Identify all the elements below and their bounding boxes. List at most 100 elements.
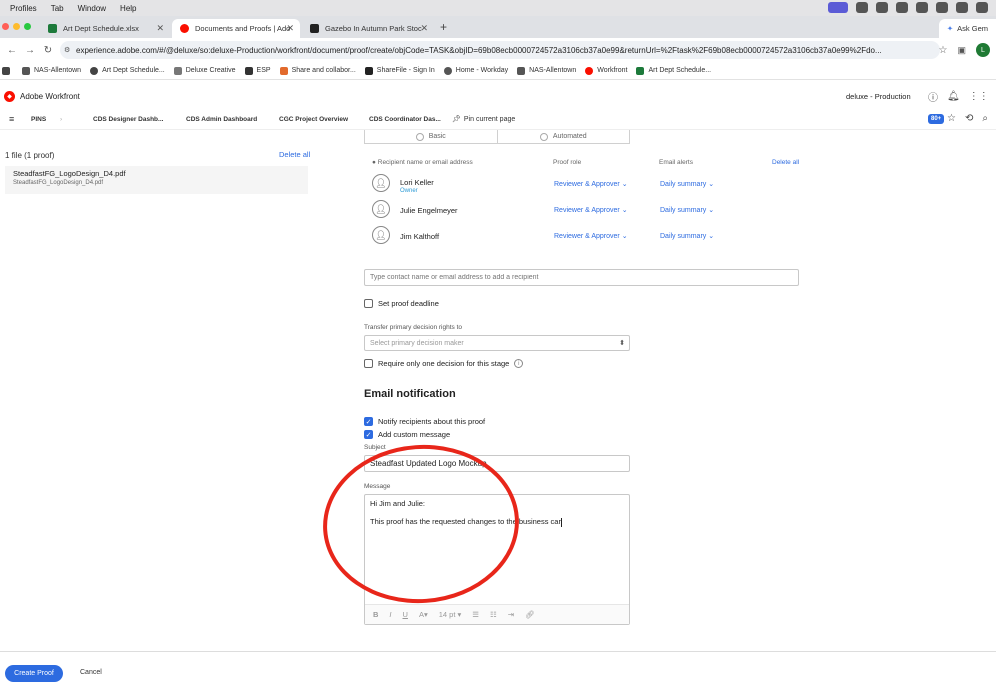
indent-icon[interactable]: ⇥ (508, 610, 514, 619)
set-deadline-checkbox[interactable]: Set proof deadline (364, 299, 439, 308)
menu-profiles[interactable]: Profiles (10, 4, 37, 13)
text-color-icon[interactable]: A▾ (419, 610, 428, 619)
recipient-name: Julie Engelmeyer (400, 206, 458, 215)
add-recipient-field[interactable] (364, 269, 799, 286)
bookmark-item[interactable]: Art Dept Schedule... (636, 66, 711, 75)
menu-help[interactable]: Help (120, 4, 136, 13)
pin-cds-coordinator-dashboard[interactable]: CDS Coordinator Das... (369, 116, 441, 123)
bookmark-item[interactable]: Share and collabor... (279, 66, 356, 75)
zoom-window-button[interactable] (24, 23, 31, 30)
close-tab-icon[interactable]: ✕ (420, 23, 428, 34)
bulleted-list-icon[interactable]: ☰ (472, 610, 479, 619)
proof-role-dropdown[interactable]: Reviewer & Approver ⌄ (554, 180, 628, 188)
pin-cgc-project-overview[interactable]: CGC Project Overview (279, 116, 348, 123)
help-icon[interactable]: ⓘ (928, 89, 938, 104)
close-tab-icon[interactable]: ✕ (156, 23, 164, 34)
email-alert-dropdown[interactable]: Daily summary ⌄ (660, 206, 714, 214)
bookmark-item[interactable]: ESP (244, 66, 271, 75)
pins-actions: ☆ ⟲ ⌕ (947, 113, 988, 124)
tab-documents-and-proofs[interactable]: Documents and Proofs | Ado ✕ (172, 19, 300, 38)
pin-cds-designer-dashboard[interactable]: CDS Designer Dashb... (93, 116, 163, 123)
pin-current-page-button[interactable]: 📌︎ Pin current page (452, 115, 515, 123)
file-card[interactable]: SteadfastFG_LogoDesign_D4.pdf SteadfastF… (5, 166, 308, 194)
close-window-button[interactable] (2, 23, 9, 30)
forward-arrow-icon[interactable]: → (24, 45, 36, 56)
underline-icon[interactable]: U (403, 610, 408, 619)
bookmark-star-icon[interactable]: ☆ (939, 45, 948, 56)
notify-recipients-checkbox[interactable]: ✓ Notify recipients about this proof (364, 417, 485, 426)
url-field[interactable]: ⚙ experience.adobe.com/#/@deluxe/so:delu… (60, 41, 940, 59)
cancel-button[interactable]: Cancel (80, 669, 102, 676)
workflow-automated-option[interactable]: Automated (496, 130, 630, 143)
custom-message-checkbox[interactable]: ✓ Add custom message (364, 430, 450, 439)
info-icon[interactable]: i (514, 359, 524, 368)
shield-icon[interactable] (856, 2, 868, 13)
tab-art-dept-schedule[interactable]: Art Dept Schedule.xlsx ✕ (40, 19, 170, 38)
recipient-name: Lori Keller (400, 178, 434, 187)
reload-icon[interactable]: ↻ (42, 45, 54, 56)
email-alert-dropdown[interactable]: Daily summary ⌄ (660, 180, 714, 188)
bookmark-item[interactable] (2, 66, 14, 75)
display-icon[interactable] (976, 2, 988, 13)
pins-count-badge[interactable]: 80+ (928, 114, 945, 124)
bookmark-item[interactable]: Home - Workday (443, 66, 508, 75)
numbered-list-icon[interactable]: ☷ (490, 610, 497, 619)
add-recipient-input[interactable] (370, 274, 798, 281)
user-avatar-icon: 👤︎ (372, 200, 390, 218)
favorite-star-icon[interactable]: ☆ (947, 113, 956, 124)
profile-avatar[interactable]: L (976, 43, 990, 57)
bookmark-item[interactable]: Workfront (585, 66, 627, 75)
proof-role-dropdown[interactable]: Reviewer & Approver ⌄ (554, 232, 628, 240)
decision-maker-select[interactable]: Select primary decision maker ⬍ (364, 335, 630, 351)
tab-gazebo-stock[interactable]: Gazebo In Autumn Park Stoc ✕ (302, 19, 434, 38)
delete-all-files-link[interactable]: Delete all (279, 150, 310, 159)
create-proof-button[interactable]: Create Proof (5, 665, 63, 682)
bookmark-item[interactable]: ShareFile - Sign In (364, 66, 435, 75)
workflow-basic-option[interactable]: Basic (365, 130, 497, 143)
font-size-dropdown[interactable]: 14 pt ▾ (439, 610, 462, 619)
vpn-icon[interactable] (876, 2, 888, 13)
pin-cds-admin-dashboard[interactable]: CDS Admin Dashboard (186, 116, 257, 123)
workfront-logo-icon[interactable]: ◆ (4, 91, 15, 102)
require-one-decision-checkbox[interactable]: Require only one decision for this stage… (364, 359, 524, 368)
app-grid-icon[interactable]: ⋮⋮ (969, 91, 989, 102)
checkmark-icon: ✓ (364, 430, 373, 439)
pins-bar: ≡ PINS › CDS Designer Dashb... CDS Admin… (0, 110, 996, 130)
bookmark-item[interactable]: Deluxe Creative (173, 66, 236, 75)
search-icon[interactable]: ⌕ (982, 113, 988, 124)
link-icon[interactable]: 🔗︎ (525, 610, 535, 619)
history-icon[interactable]: ⟲ (965, 113, 973, 124)
notification-bell-icon[interactable]: 🔔︎ (947, 91, 960, 102)
checkmark-icon: ✓ (364, 417, 373, 426)
proof-role-dropdown[interactable]: Reviewer & Approver ⌄ (554, 206, 628, 214)
gamepad-icon[interactable] (896, 2, 908, 13)
email-alert-dropdown[interactable]: Daily summary ⌄ (660, 232, 714, 240)
cloud-icon[interactable] (916, 2, 928, 13)
menu-tab[interactable]: Tab (51, 4, 64, 13)
browser-tab-strip: Art Dept Schedule.xlsx ✕ Documents and P… (0, 16, 996, 38)
chevron-down-icon: ⌄ (708, 233, 715, 240)
main-menu-icon[interactable]: ≡ (9, 114, 14, 124)
wifi-icon[interactable] (956, 2, 968, 13)
screen-share-icon[interactable] (828, 2, 848, 13)
minimize-window-button[interactable] (13, 23, 20, 30)
bookmark-item[interactable]: NAS-Allentown (517, 66, 576, 75)
subject-input[interactable]: Steadfast Updated Logo Mockup (364, 455, 630, 472)
back-arrow-icon[interactable]: ← (6, 45, 18, 56)
gemini-icon: ✦ (946, 24, 954, 33)
bold-icon[interactable]: B (373, 610, 378, 619)
ask-gemini-button[interactable]: ✦ Ask Gem (938, 19, 996, 38)
menu-window[interactable]: Window (78, 4, 106, 13)
bookmark-item[interactable]: NAS-Allentown (22, 66, 81, 75)
site-info-icon[interactable]: ⚙ (64, 46, 70, 54)
delete-all-recipients-link[interactable]: Delete all (772, 159, 799, 166)
address-bar-actions: ☆ ▣ L (939, 43, 990, 57)
sync-icon[interactable] (936, 2, 948, 13)
message-editor[interactable]: Hi Jim and Julie: This proof has the req… (364, 494, 630, 625)
extensions-icon[interactable]: ▣ (957, 45, 966, 56)
new-tab-button[interactable]: + (440, 20, 447, 34)
close-tab-icon[interactable]: ✕ (286, 23, 294, 34)
email-alerts-header: Email alerts (659, 159, 693, 166)
italic-icon[interactable]: I (389, 610, 391, 619)
bookmark-item[interactable]: Art Dept Schedule... (90, 66, 165, 75)
